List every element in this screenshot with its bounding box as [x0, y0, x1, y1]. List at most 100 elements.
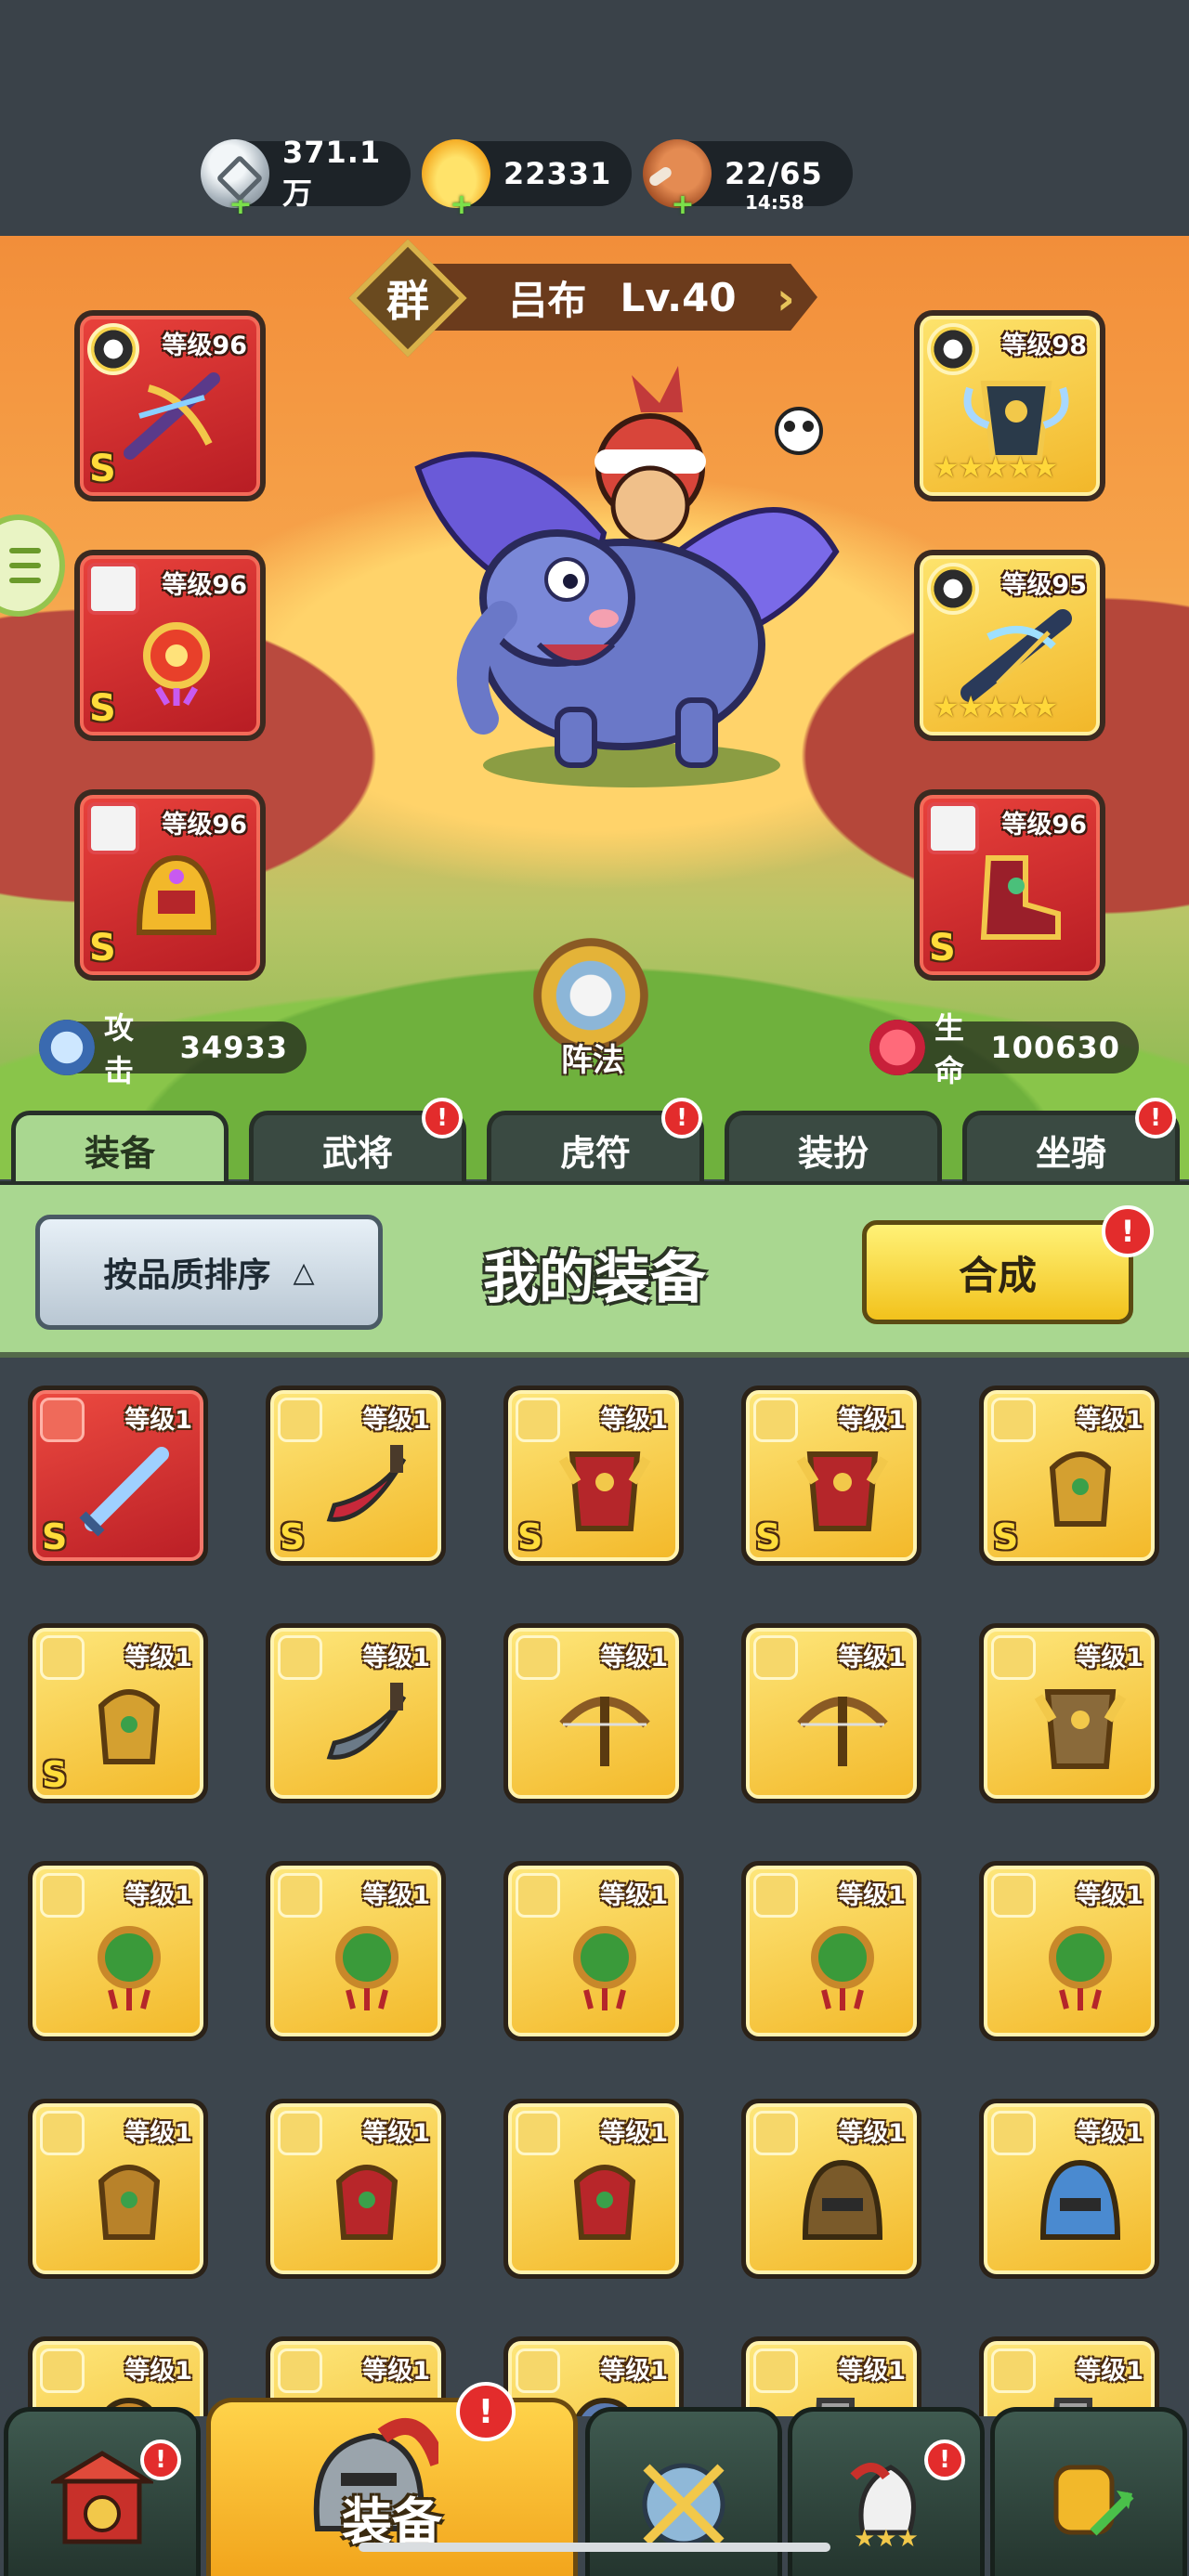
- level-label: 等级96: [1001, 811, 1087, 839]
- hero-character[interactable]: [399, 366, 864, 793]
- hp-label: 生命: [934, 1010, 965, 1088]
- equipment-item[interactable]: 等级1: [266, 1861, 446, 2041]
- tab-label: 装扮: [797, 1133, 869, 1174]
- triangle-up-icon: △: [293, 1255, 315, 1289]
- level-label: 等级96: [162, 571, 247, 600]
- sword-icon: [79, 1447, 169, 1537]
- equipment-item[interactable]: 等级1: [28, 2099, 208, 2279]
- svg-text:★★★: ★★★: [854, 2525, 919, 2551]
- rank-label: S: [929, 927, 956, 969]
- level-label: 等级1: [600, 1881, 668, 1910]
- tab-equipment[interactable]: 装备: [11, 1111, 229, 1185]
- alert-badge: !: [924, 2439, 965, 2480]
- amulet-icon: [143, 622, 210, 706]
- sort-by-quality-button[interactable]: 按品质排序 △: [35, 1215, 383, 1330]
- equip-slot-armor[interactable]: ★★★★★ 等级98: [914, 310, 1105, 501]
- level-label: 等级1: [600, 2357, 668, 2386]
- equipment-item[interactable]: 等级1: [741, 1861, 921, 2041]
- equip-slot-boots[interactable]: S 等级96: [914, 789, 1105, 981]
- side-menu-icon[interactable]: [0, 514, 65, 617]
- level-label: 等级1: [1076, 2357, 1143, 2386]
- panel-title: 我的装备: [483, 1246, 706, 1311]
- star-rating: ★★★★★: [933, 449, 1058, 485]
- add-gold-icon[interactable]: +: [450, 191, 474, 219]
- level-label: 等级1: [838, 2119, 906, 2148]
- hp-value: 100630: [990, 1030, 1120, 1065]
- attack-value: 34933: [179, 1030, 288, 1065]
- equipment-item[interactable]: 等级1: [503, 2099, 684, 2279]
- rank-label: S: [89, 448, 116, 490]
- alert-badge: !: [456, 2382, 516, 2441]
- gold-counter[interactable]: + 22331: [422, 139, 632, 219]
- stamina-value: 22/65: [725, 156, 823, 191]
- nav-city[interactable]: !: [4, 2407, 201, 2576]
- attack-stat: 攻击 34933: [39, 1010, 307, 1088]
- equipment-item[interactable]: 等级1: [28, 1861, 208, 2041]
- coin-counter[interactable]: + 371.1万: [201, 135, 411, 219]
- equip-slot-blade[interactable]: ★★★★★ 等级95: [914, 550, 1105, 741]
- equipment-item[interactable]: S 等级1: [741, 1386, 921, 1566]
- level-label: 等级1: [362, 1406, 430, 1435]
- equipment-item[interactable]: 等级1: [503, 1861, 684, 2041]
- equipment-item[interactable]: 等级1: [741, 2099, 921, 2279]
- equipment-item[interactable]: S 等级1: [28, 1386, 208, 1566]
- equipment-item[interactable]: 等级1: [979, 1861, 1159, 2041]
- equipment-item[interactable]: 等级1: [979, 1623, 1159, 1803]
- hero-name: 吕布: [508, 277, 587, 323]
- helmet-icon: [1039, 2159, 1121, 2240]
- level-label: 等级1: [838, 1644, 906, 1672]
- equipment-item[interactable]: 等级1: [979, 2099, 1159, 2279]
- add-stamina-icon[interactable]: +: [671, 191, 695, 219]
- equipment-item[interactable]: 等级1: [741, 1623, 921, 1803]
- star-rating: ★★★★★: [933, 689, 1058, 724]
- equipment-item[interactable]: S 等级1: [503, 1386, 684, 1566]
- amulet-icon: [98, 1926, 161, 2010]
- faction-badge: 群: [348, 239, 467, 358]
- rank-label: S: [42, 1754, 68, 1795]
- level-label: 等级96: [162, 332, 247, 360]
- gauntlet-icon: [573, 2165, 636, 2240]
- level-label: 等级1: [838, 1406, 906, 1435]
- amulet-icon: [1049, 1926, 1112, 2010]
- hero-tabs: 装备 武将 虎符 装扮 坐骑 ! ! !: [0, 1098, 1189, 1185]
- equipment-item[interactable]: 等级1: [266, 2099, 446, 2279]
- amulet-icon: [811, 1926, 874, 2010]
- equipment-panel-header: 按品质排序 △ 我的装备 合成 !: [0, 1181, 1189, 1358]
- stamina-counter[interactable]: + 22/65 14:58: [643, 139, 853, 219]
- equipment-item[interactable]: 等级1: [503, 1623, 684, 1803]
- equipment-item[interactable]: S 等级1: [28, 1623, 208, 1803]
- level-label: 等级1: [600, 2119, 668, 2148]
- level-label: 等级1: [600, 1644, 668, 1672]
- hero-scene: 吕布 Lv.40 群 › S 等级96 S 等级96 S 等级96 ★★★★★ …: [0, 236, 1189, 1179]
- rank-label: S: [517, 1516, 543, 1557]
- gold-ingot-icon: +: [422, 139, 490, 219]
- add-coin-icon[interactable]: +: [229, 191, 253, 219]
- rank-label: S: [42, 1516, 68, 1557]
- top-resource-bar: + 371.1万 + 22331 + 22/65 14:58: [0, 0, 1189, 236]
- equip-slot-accessory[interactable]: S 等级96: [74, 550, 266, 741]
- coin-value: 371.1万: [282, 135, 382, 211]
- equipment-item[interactable]: S 等级1: [979, 1386, 1159, 1566]
- armor-icon: [558, 1451, 651, 1531]
- level-label: 等级1: [124, 1406, 192, 1435]
- level-label: 等级1: [362, 2119, 430, 2148]
- meat-icon: +: [643, 139, 712, 219]
- armor-icon: [796, 1451, 889, 1531]
- tab-label: 武将: [321, 1133, 393, 1174]
- equipment-item[interactable]: 等级1: [266, 1623, 446, 1803]
- fist-icon: [1053, 2465, 1134, 2536]
- boots-icon: [980, 855, 1061, 940]
- equip-slot-weapon[interactable]: S 等级96: [74, 310, 266, 501]
- equip-slot-helmet[interactable]: S 等级96: [74, 789, 266, 981]
- tab-costume[interactable]: 装扮: [725, 1111, 942, 1185]
- coin-icon: +: [201, 139, 269, 219]
- alert-badge: !: [1135, 1098, 1176, 1138]
- tab-label: 坐骑: [1035, 1133, 1106, 1174]
- rank-label: S: [993, 1516, 1019, 1557]
- equipment-item[interactable]: S 等级1: [266, 1386, 446, 1566]
- gold-value: 22331: [503, 156, 612, 191]
- synthesize-button[interactable]: 合成: [862, 1220, 1133, 1324]
- chevron-right-icon[interactable]: ›: [777, 273, 795, 325]
- armor-icon: [1034, 1689, 1127, 1769]
- nav-upgrade[interactable]: [990, 2407, 1187, 2576]
